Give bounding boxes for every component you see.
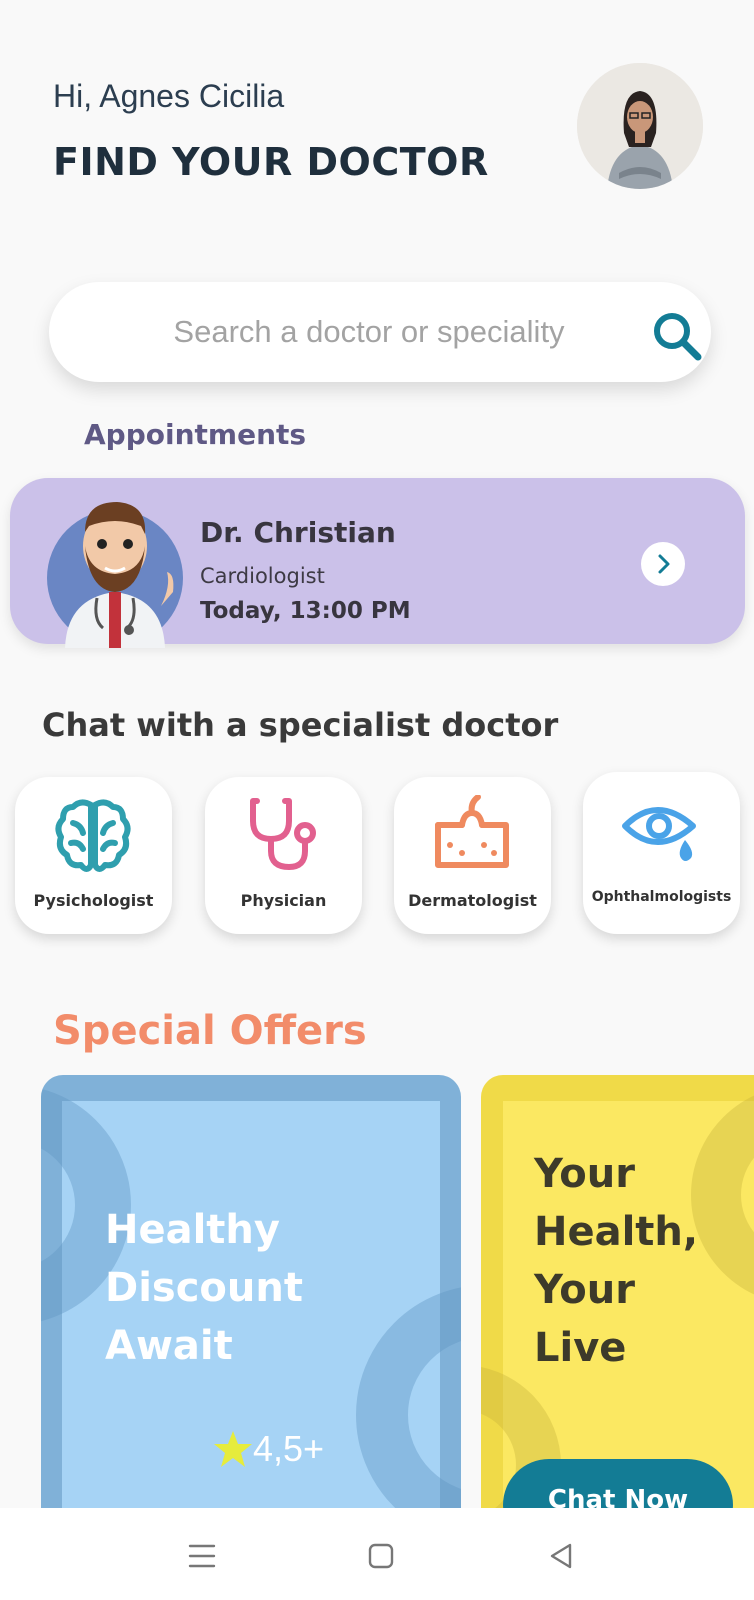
user-avatar[interactable]	[577, 63, 703, 189]
appointment-card[interactable]: Dr. Christian Cardiologist Today, 13:00 …	[10, 478, 745, 648]
system-navigation-bar	[0, 1508, 754, 1600]
offer-card-discount[interactable]: Healthy Discount Await 4,5+	[41, 1075, 461, 1535]
specialist-label: Ophthalmologists	[591, 889, 732, 905]
offer-title-line: Your	[534, 1267, 635, 1313]
brain-icon	[55, 799, 131, 872]
offer-title-line: Your	[534, 1151, 635, 1197]
search-input[interactable]	[109, 282, 629, 382]
specialist-heading: Chat with a specialist doctor	[42, 706, 559, 744]
offer-title-line: Discount	[105, 1265, 303, 1311]
specialist-label: Pysichologist	[33, 891, 154, 910]
skin-icon	[435, 795, 509, 868]
specialist-card-psychologist[interactable]: Pysichologist	[15, 777, 172, 934]
rating-value: 4,5+	[253, 1428, 325, 1469]
home-square-icon[interactable]	[363, 1538, 399, 1574]
specialist-card-physician[interactable]: Physician	[205, 777, 362, 934]
back-triangle-icon[interactable]	[544, 1538, 580, 1574]
appointments-heading: Appointments	[84, 418, 307, 451]
doctor-speciality: Cardiologist	[200, 564, 325, 588]
stethoscope-icon	[250, 798, 316, 870]
appointment-time: Today, 13:00 PM	[200, 598, 411, 624]
offer-title-line: Health,	[534, 1209, 699, 1255]
offer-card-health[interactable]: Your Health, Your Live Chat Now	[481, 1075, 754, 1535]
doctor-avatar	[45, 488, 195, 648]
offer-title-line: Await	[105, 1323, 233, 1369]
search-icon[interactable]	[651, 310, 703, 362]
offer-title-line: Healthy	[105, 1207, 280, 1253]
offer-title: Your Health, Your Live	[534, 1145, 698, 1377]
doctor-name: Dr. Christian	[200, 516, 396, 549]
offers-heading: Special Offers	[53, 1008, 367, 1054]
specialist-label: Physician	[240, 891, 327, 910]
eye-icon	[622, 807, 696, 861]
star-icon	[214, 1431, 252, 1467]
specialist-card-ophthalmologist[interactable]: Ophthalmologists	[583, 772, 740, 934]
page-title: FIND YOUR DOCTOR	[53, 140, 489, 184]
offer-title: Healthy Discount Await	[105, 1201, 303, 1375]
offer-rating: 4,5+	[213, 1428, 324, 1470]
chevron-right-icon	[658, 554, 670, 574]
user-avatar-icon	[577, 63, 703, 189]
doctor-avatar-icon	[47, 502, 183, 648]
offer-title-line: Live	[534, 1325, 627, 1371]
greeting-text: Hi, Agnes Cicilia	[53, 78, 285, 114]
specialist-card-dermatologist[interactable]: Dermatologist	[394, 777, 551, 934]
specialist-label: Dermatologist	[408, 891, 537, 910]
appointment-details-button[interactable]	[641, 542, 685, 586]
menu-icon[interactable]	[184, 1538, 220, 1574]
search-bar[interactable]	[49, 282, 711, 382]
